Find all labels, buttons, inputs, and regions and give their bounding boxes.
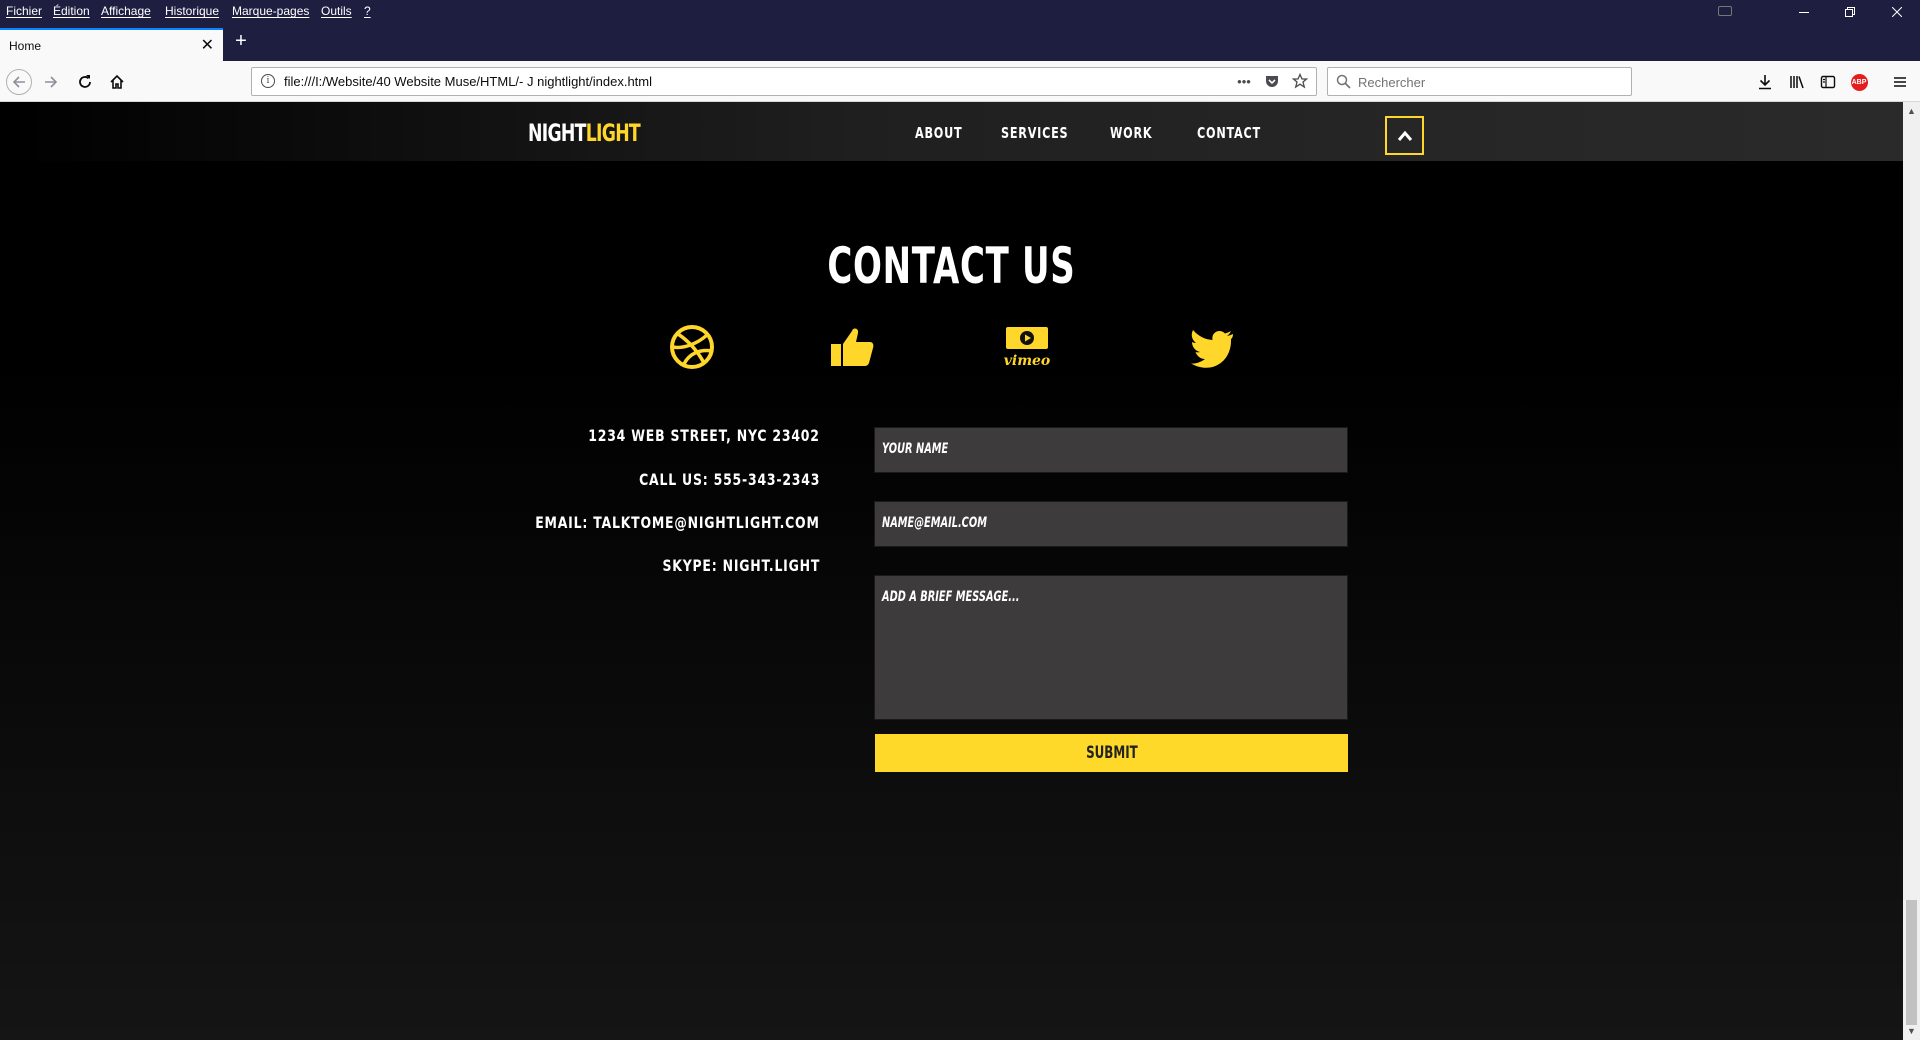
url-bar[interactable]: i file:///I:/Website/40 Website Muse/HTM… [251, 67, 1317, 96]
logo-night-text: NIGHT [528, 119, 586, 147]
url-text[interactable]: file:///I:/Website/40 Website Muse/HTML/… [284, 74, 652, 89]
hamburger-menu-icon [1894, 77, 1906, 87]
nav-about[interactable]: ABOUT [915, 124, 962, 142]
adblock-plus-icon: ABP [1850, 73, 1868, 91]
message-placeholder: ADD A BRIEF MESSAGE... [882, 589, 1020, 605]
page-viewport: NIGHTLIGHT ABOUT SERVICES WORK CONTACT C… [0, 102, 1903, 1040]
bookmark-star-icon[interactable] [1290, 71, 1310, 91]
scrollbar-thumb[interactable] [1906, 900, 1917, 1025]
vimeo-link[interactable]: vimeo [1003, 323, 1051, 371]
name-input[interactable]: YOUR NAME [874, 427, 1348, 473]
browser-menubar: Fichier Édition Affichage Historique Mar… [0, 0, 1920, 24]
menu-view[interactable]: Affichage [101, 4, 151, 18]
email-placeholder: NAME@EMAIL.COM [882, 515, 987, 531]
chevron-up-icon [1397, 130, 1412, 141]
page-scrollbar[interactable]: ▲ ▼ [1903, 102, 1920, 1040]
tab-title: Home [9, 39, 42, 53]
menu-bookmarks[interactable]: Marque-pages [232, 4, 309, 18]
dribbble-icon [670, 325, 714, 369]
search-placeholder: Rechercher [1358, 75, 1426, 90]
menu-file[interactable]: Fichier [6, 4, 42, 18]
menu-history[interactable]: Historique [165, 4, 219, 18]
close-icon [1892, 7, 1902, 17]
site-logo[interactable]: NIGHTLIGHT [528, 119, 641, 147]
search-icon [1336, 74, 1351, 89]
message-textarea[interactable]: ADD A BRIEF MESSAGE... [874, 575, 1348, 720]
close-window-button[interactable] [1874, 0, 1920, 24]
like-link[interactable] [828, 323, 876, 371]
library-icon [1790, 76, 1804, 89]
minimize-button[interactable] [1781, 0, 1827, 24]
email-text: EMAIL: TALKTOME@NIGHTLIGHT.COM [535, 513, 820, 532]
thumbs-up-icon [831, 328, 874, 366]
screen-share-icon [1718, 6, 1732, 16]
address-text: 1234 WEB STREET, NYC 23402 [588, 426, 820, 445]
nav-work[interactable]: WORK [1110, 124, 1152, 142]
menu-help[interactable]: ? [364, 4, 371, 18]
navigation-toolbar: i file:///I:/Website/40 Website Muse/HTM… [0, 61, 1920, 102]
menu-tools[interactable]: Outils [321, 4, 352, 18]
vimeo-wordmark: vimeo [1004, 353, 1051, 369]
minimize-icon [1799, 12, 1809, 13]
nav-contact[interactable]: CONTACT [1197, 124, 1261, 142]
twitter-icon [1191, 330, 1233, 368]
forward-button[interactable] [38, 69, 64, 95]
logo-light-text: LIGHT [585, 119, 641, 147]
arrow-right-icon [45, 76, 58, 88]
site-info-icon[interactable]: i [261, 74, 275, 88]
sidebar-button[interactable] [1815, 69, 1841, 95]
site-header: NIGHTLIGHT ABOUT SERVICES WORK CONTACT [0, 102, 1903, 161]
twitter-link[interactable] [1188, 323, 1236, 371]
tab-strip: Home ✕ + [0, 24, 1920, 61]
home-icon [110, 74, 124, 89]
sidebar-icon [1820, 75, 1836, 89]
tab-home[interactable]: Home ✕ [0, 28, 223, 61]
restore-icon [1845, 7, 1855, 17]
arrow-left-icon [12, 76, 25, 88]
home-button[interactable] [104, 69, 130, 95]
scroll-down-arrow-icon[interactable]: ▼ [1907, 1026, 1916, 1036]
submit-label: SUBMIT [1085, 743, 1138, 763]
downloads-button[interactable] [1752, 69, 1778, 95]
dribbble-link[interactable] [668, 323, 716, 371]
email-input[interactable]: NAME@EMAIL.COM [874, 501, 1348, 547]
vimeo-icon: vimeo [1004, 327, 1051, 369]
menu-edit[interactable]: Édition [53, 4, 90, 18]
new-tab-button[interactable]: + [230, 31, 252, 51]
scroll-up-arrow-icon[interactable]: ▲ [1907, 106, 1916, 116]
submit-button[interactable]: SUBMIT [875, 734, 1348, 772]
contact-section-title: CONTACT US [827, 237, 1076, 295]
reload-button[interactable] [72, 69, 98, 95]
name-placeholder: YOUR NAME [882, 441, 949, 457]
phone-text: CALL US: 555-343-2343 [638, 470, 820, 489]
download-icon [1759, 75, 1771, 90]
open-menu-button[interactable] [1887, 69, 1913, 95]
page-actions-icon[interactable]: ••• [1234, 71, 1254, 91]
nav-services[interactable]: SERVICES [1001, 124, 1068, 142]
skype-text: SKYPE: NIGHT.LIGHT [662, 556, 820, 575]
reload-icon [79, 75, 91, 88]
restore-button[interactable] [1827, 0, 1873, 24]
pocket-icon[interactable] [1262, 71, 1282, 91]
adblock-button[interactable]: ABP [1846, 69, 1872, 95]
back-button[interactable] [6, 69, 32, 95]
tab-close-icon[interactable]: ✕ [201, 35, 214, 55]
back-to-top-button[interactable] [1385, 116, 1424, 155]
library-button[interactable] [1784, 69, 1810, 95]
search-bar[interactable]: Rechercher [1327, 67, 1632, 96]
